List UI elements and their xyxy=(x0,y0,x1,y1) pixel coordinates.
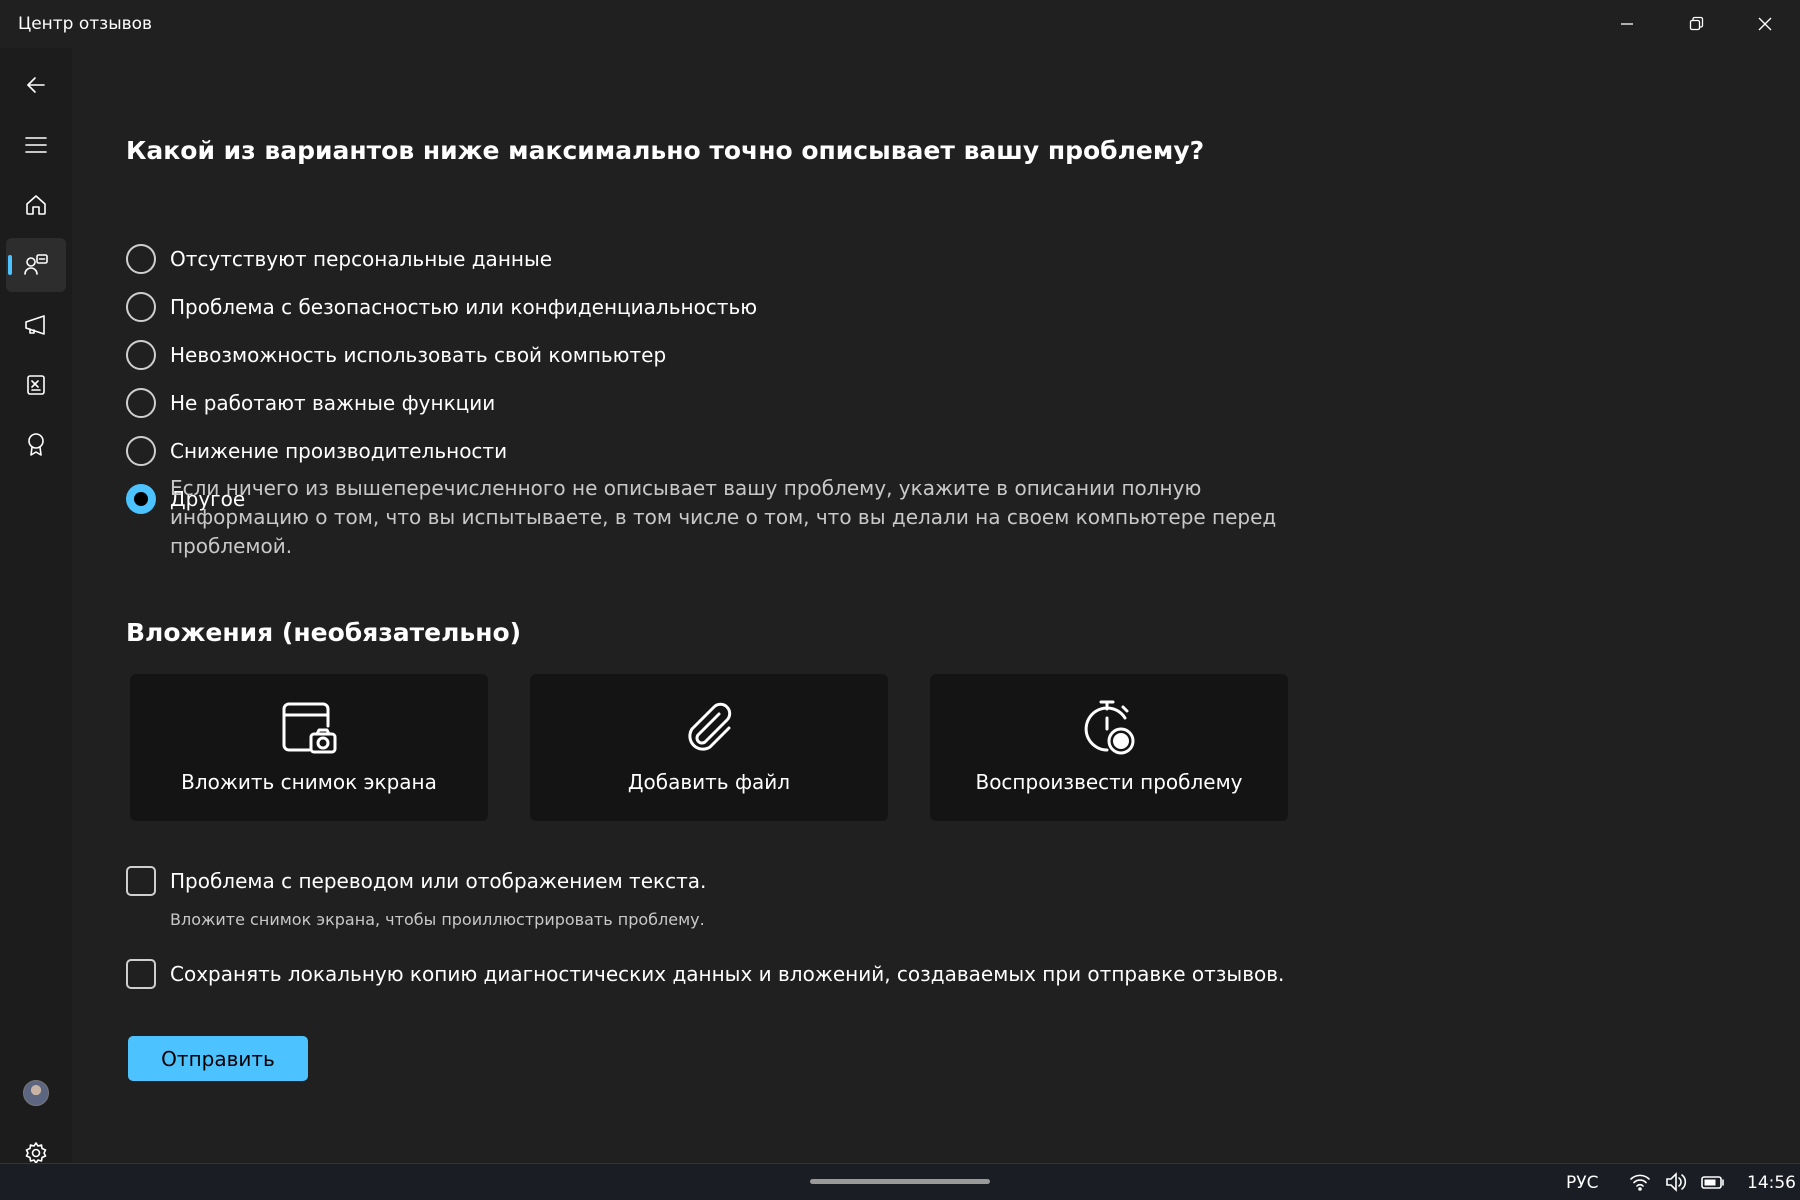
close-button[interactable] xyxy=(1730,0,1799,48)
tile-label: Вложить снимок экрана xyxy=(181,770,437,794)
translation-check-hint: Вложите снимок экрана, чтобы проиллюстри… xyxy=(170,910,705,929)
main-content: Какой из вариантов ниже максимально точн… xyxy=(72,48,1800,1163)
option-label: Проблема с безопасностью или конфиденциа… xyxy=(170,295,758,319)
translation-issue-check[interactable]: Проблема с переводом или отображением те… xyxy=(126,864,706,898)
battery-icon[interactable] xyxy=(1700,1171,1726,1197)
sidebar xyxy=(0,48,72,1164)
title-bar: Центр отзывов xyxy=(0,0,1800,48)
checkbox[interactable] xyxy=(126,959,156,989)
attachments-title: Вложения (необязательно) xyxy=(126,618,522,647)
avatar xyxy=(23,1080,49,1106)
local-copy-check[interactable]: Сохранять локальную копию диагностически… xyxy=(126,957,1284,991)
radio-button-selected[interactable] xyxy=(126,484,156,514)
wifi-icon[interactable] xyxy=(1629,1171,1651,1197)
radio-button[interactable] xyxy=(126,388,156,418)
close-icon xyxy=(1758,17,1771,31)
sidebar-item-home[interactable] xyxy=(6,178,66,232)
option-label: Невозможность использовать свой компьюте… xyxy=(170,343,667,367)
other-hint-text: Если ничего из вышеперечисленного не опи… xyxy=(170,476,1277,558)
option-important-features-broken[interactable]: Не работают важные функции xyxy=(126,386,495,420)
sidebar-item-achievements[interactable] xyxy=(6,418,66,472)
taskbar: РУС 14:56 xyxy=(0,1163,1800,1200)
minimize-icon xyxy=(1620,23,1633,25)
option-performance[interactable]: Снижение производительности xyxy=(126,434,507,468)
account-button[interactable] xyxy=(6,1066,66,1120)
back-button[interactable] xyxy=(6,58,66,112)
menu-button[interactable] xyxy=(6,118,66,172)
option-label: Снижение производительности xyxy=(170,439,508,463)
volume-icon[interactable] xyxy=(1664,1171,1690,1197)
check-label: Проблема с переводом или отображением те… xyxy=(170,869,707,893)
question-title: Какой из вариантов ниже максимально точн… xyxy=(126,136,1205,165)
clock[interactable]: 14:56 xyxy=(1747,1173,1796,1193)
tile-label: Добавить файл xyxy=(627,770,791,794)
minimize-button[interactable] xyxy=(1592,0,1661,48)
option-missing-personal-data[interactable]: Отсутствуют персональные данные xyxy=(126,242,552,276)
option-security-privacy[interactable]: Проблема с безопасностью или конфиденциа… xyxy=(126,290,757,324)
window-title: Центр отзывов xyxy=(18,14,153,34)
check-label: Сохранять локальную копию диагностически… xyxy=(170,962,1285,986)
recreate-problem-tile[interactable]: Воспроизвести проблему xyxy=(930,674,1288,821)
quests-icon xyxy=(27,375,45,395)
tile-label: Воспроизвести проблему xyxy=(975,770,1243,794)
radio-button[interactable] xyxy=(126,244,156,274)
restore-button[interactable] xyxy=(1661,0,1730,48)
radio-button[interactable] xyxy=(126,436,156,466)
stopwatch-record-icon xyxy=(1084,700,1135,755)
award-icon xyxy=(28,433,44,456)
screenshot-icon xyxy=(282,702,337,754)
option-cannot-use-computer[interactable]: Невозможность использовать свой компьюте… xyxy=(126,338,666,372)
attach-screenshot-tile[interactable]: Вложить снимок экрана xyxy=(130,674,488,821)
taskbar-handle[interactable] xyxy=(810,1179,990,1184)
checkbox[interactable] xyxy=(126,866,156,896)
megaphone-icon xyxy=(25,315,45,335)
active-indicator xyxy=(8,255,12,275)
back-arrow-icon xyxy=(27,77,45,93)
radio-button[interactable] xyxy=(126,340,156,370)
option-label: Не работают важные функции xyxy=(170,391,496,415)
option-label: Отсутствуют персональные данные xyxy=(170,247,553,271)
submit-button[interactable]: Отправить xyxy=(128,1036,308,1081)
hamburger-icon xyxy=(25,137,47,153)
language-indicator[interactable]: РУС xyxy=(1566,1173,1598,1193)
feedback-icon xyxy=(24,254,48,275)
sidebar-item-announcements[interactable] xyxy=(6,298,66,352)
paperclip-icon xyxy=(688,702,732,751)
sidebar-item-feedback[interactable] xyxy=(6,238,66,292)
add-file-tile[interactable]: Добавить файл xyxy=(530,674,888,821)
gear-icon xyxy=(25,1142,47,1164)
restore-icon xyxy=(1689,16,1703,31)
home-icon xyxy=(26,195,46,215)
radio-button[interactable] xyxy=(126,292,156,322)
sidebar-item-quests[interactable] xyxy=(6,358,66,412)
